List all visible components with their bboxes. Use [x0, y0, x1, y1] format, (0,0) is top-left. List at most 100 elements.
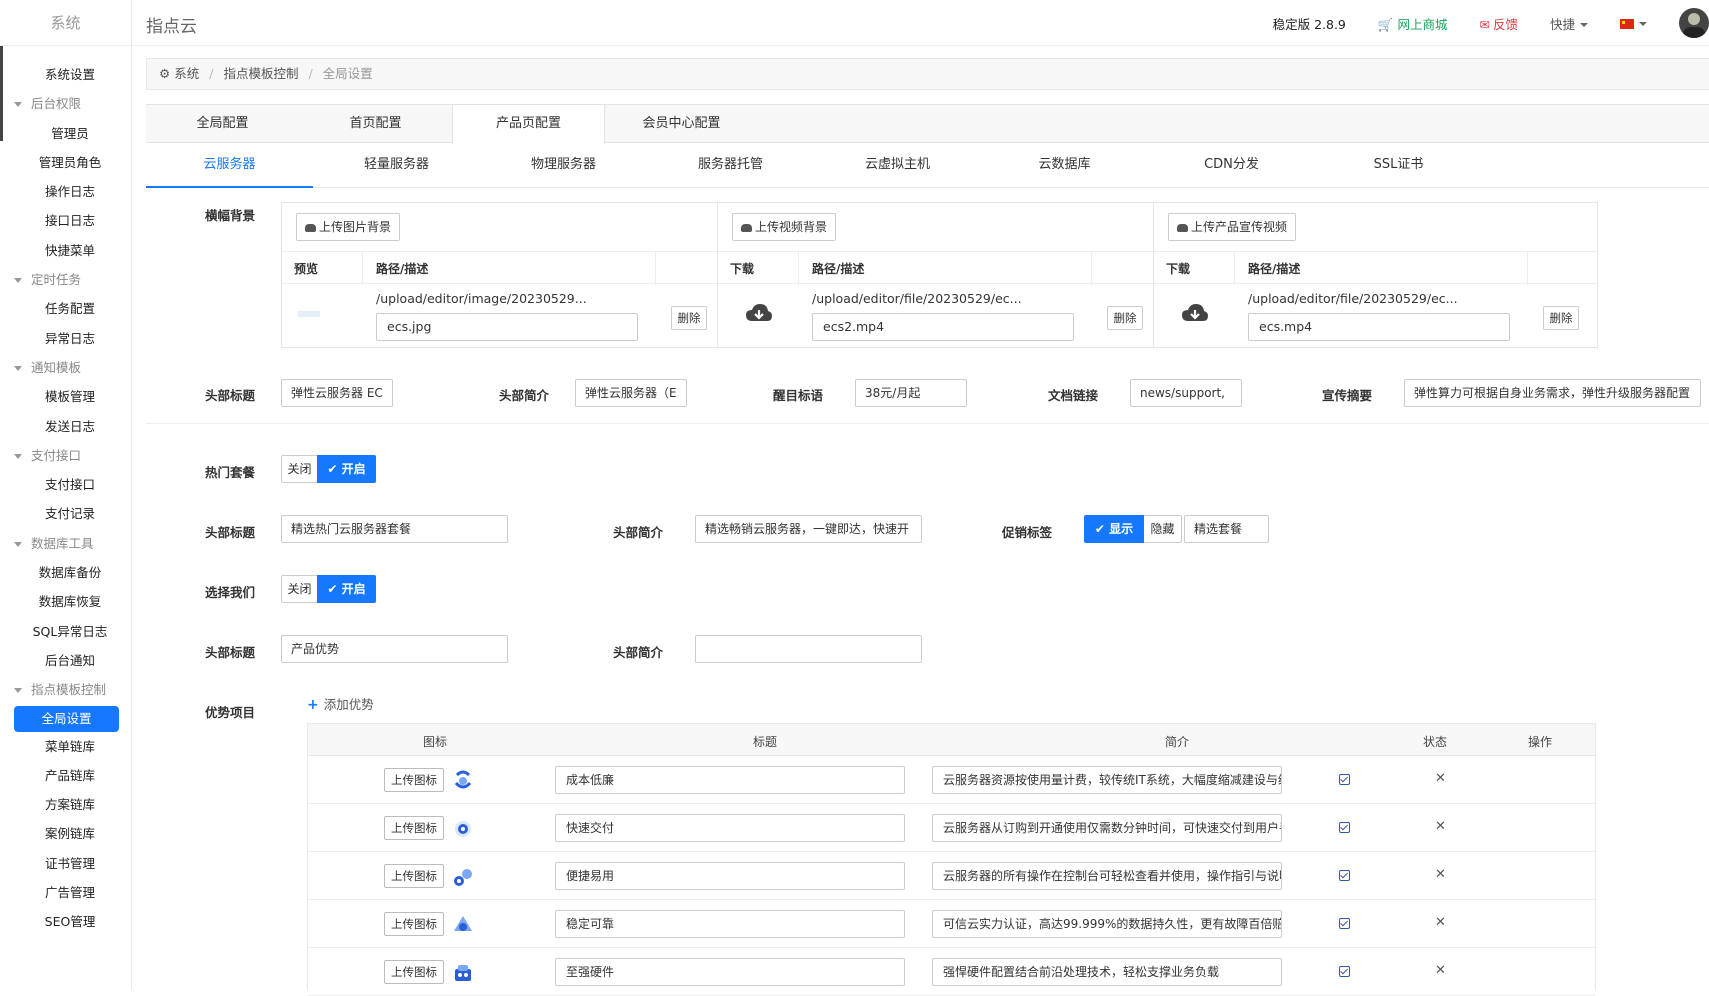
- upload-button[interactable]: 上传产品宣传视频: [1168, 213, 1297, 241]
- sidebar-group[interactable]: 后台权限: [0, 89, 132, 118]
- advantage-title-input[interactable]: 成本低廉: [555, 766, 905, 794]
- upload-button[interactable]: 上传图片背景: [296, 213, 401, 241]
- delete-icon[interactable]: ✕: [1435, 867, 1446, 882]
- tab-primary[interactable]: 产品页配置: [452, 105, 605, 144]
- sidebar-group[interactable]: 指点模板控制: [0, 675, 132, 704]
- sidebar-item[interactable]: 产品链库: [0, 761, 132, 790]
- sidebar-group[interactable]: 支付接口: [0, 441, 132, 470]
- cloud-download-icon[interactable]: [1181, 303, 1209, 325]
- toggle-hide[interactable]: 隐藏: [1144, 515, 1182, 543]
- file-name-input[interactable]: ecs.mp4: [1248, 313, 1510, 341]
- delete-button[interactable]: 删除: [1107, 306, 1143, 330]
- sidebar-item[interactable]: 模板管理: [0, 382, 132, 411]
- tab-secondary[interactable]: 云服务器: [146, 144, 313, 188]
- sidebar-item[interactable]: 数据库恢复: [0, 587, 132, 616]
- toggle-on[interactable]: ✔ 开启: [317, 575, 376, 603]
- sidebar-item[interactable]: 管理员角色: [0, 148, 132, 177]
- sidebar-item[interactable]: 全局设置: [14, 705, 119, 732]
- quick-menu[interactable]: 快捷: [1550, 14, 1588, 33]
- delete-icon[interactable]: ✕: [1435, 771, 1446, 786]
- add-advantage-button[interactable]: + 添加优势: [307, 694, 374, 713]
- tab-secondary[interactable]: 物理服务器: [480, 144, 647, 187]
- status-checkbox-icon[interactable]: [1339, 918, 1350, 929]
- sidebar-item[interactable]: SEO管理: [0, 907, 132, 936]
- promo-tag-input[interactable]: 精选套餐: [1184, 515, 1269, 543]
- cloud-download-icon[interactable]: [745, 303, 773, 325]
- sidebar-item[interactable]: 快捷菜单: [0, 236, 132, 265]
- sidebar-item[interactable]: 数据库备份: [0, 558, 132, 587]
- toggle-off[interactable]: 关闭: [281, 575, 317, 603]
- delete-icon[interactable]: ✕: [1435, 915, 1446, 930]
- feedback-link[interactable]: ✉ 反馈: [1479, 14, 1518, 33]
- tab-primary[interactable]: 会员中心配置: [605, 105, 758, 142]
- header-intro-input[interactable]: 弹性云服务器（E: [575, 379, 687, 407]
- sidebar-group[interactable]: 通知模板: [0, 353, 132, 382]
- sidebar-item[interactable]: 后台通知: [0, 646, 132, 675]
- advantage-desc-input[interactable]: 可信云实力认证，高达99.999%的数据持久性，更有故障百倍赔偿。: [932, 910, 1282, 938]
- sidebar-item[interactable]: 支付记录: [0, 499, 132, 528]
- sidebar-item[interactable]: SQL异常日志: [0, 617, 132, 646]
- sidebar-item[interactable]: 广告管理: [0, 878, 132, 907]
- delete-icon[interactable]: ✕: [1435, 963, 1446, 978]
- advantage-title-input[interactable]: 便捷易用: [555, 862, 905, 890]
- promo-tag-toggle[interactable]: ✔ 显示 隐藏: [1084, 515, 1182, 543]
- breadcrumb-root[interactable]: 系统: [174, 66, 199, 81]
- language-selector[interactable]: [1620, 16, 1647, 31]
- advantage-desc-input[interactable]: 云服务器的所有操作在控制台可轻松查看并使用，操作指引与说明简: [932, 862, 1282, 890]
- sidebar-item[interactable]: 接口日志: [0, 206, 132, 235]
- delete-button[interactable]: 删除: [671, 306, 707, 330]
- upload-icon-button[interactable]: 上传图标: [384, 816, 444, 840]
- hot-packages-toggle[interactable]: 关闭 ✔ 开启: [281, 455, 376, 483]
- choose-us-toggle[interactable]: 关闭 ✔ 开启: [281, 575, 376, 603]
- advantage-desc-input[interactable]: 云服务器从订购到开通使用仅需数分钟时间，可快速交付到用户手中: [932, 814, 1282, 842]
- tab-secondary[interactable]: SSL证书: [1315, 144, 1482, 187]
- sidebar-item[interactable]: 证书管理: [0, 849, 132, 878]
- tab-primary[interactable]: 首页配置: [299, 105, 452, 142]
- file-name-input[interactable]: ecs2.mp4: [812, 313, 1074, 341]
- status-checkbox-icon[interactable]: [1339, 774, 1350, 785]
- delete-icon[interactable]: ✕: [1435, 819, 1446, 834]
- doc-link-input[interactable]: news/support,: [1130, 379, 1242, 407]
- toggle-off[interactable]: 关闭: [281, 455, 317, 483]
- shop-link[interactable]: 🛒 网上商城: [1378, 14, 1448, 33]
- sidebar-item[interactable]: 支付接口: [0, 470, 132, 499]
- tab-primary[interactable]: 全局配置: [146, 105, 299, 142]
- promo-summary-input[interactable]: 弹性算力可根据自身业务需求，弹性升级服务器配置: [1404, 379, 1701, 407]
- sidebar-item[interactable]: 案例链库: [0, 819, 132, 848]
- tab-secondary[interactable]: 云数据库: [981, 144, 1148, 187]
- choose-intro-input[interactable]: [695, 635, 922, 663]
- upload-button[interactable]: 上传视频背景: [732, 213, 837, 241]
- sidebar-item[interactable]: 方案链库: [0, 790, 132, 819]
- tab-secondary[interactable]: 云虚拟主机: [814, 144, 981, 187]
- sidebar-item[interactable]: 菜单链库: [0, 732, 132, 761]
- avatar[interactable]: [1679, 8, 1709, 38]
- status-checkbox-icon[interactable]: [1339, 870, 1350, 881]
- choose-title-input[interactable]: 产品优势: [281, 635, 508, 663]
- breadcrumb-mid[interactable]: 指点模板控制: [223, 66, 298, 81]
- tab-secondary[interactable]: CDN分发: [1148, 144, 1315, 187]
- status-checkbox-icon[interactable]: [1339, 822, 1350, 833]
- toggle-on[interactable]: ✔ 开启: [317, 455, 376, 483]
- toggle-show[interactable]: ✔ 显示: [1084, 515, 1144, 543]
- hot-title-input[interactable]: 精选热门云服务器套餐: [281, 515, 508, 543]
- file-name-input[interactable]: ecs.jpg: [376, 313, 638, 341]
- upload-icon-button[interactable]: 上传图标: [384, 912, 444, 936]
- sidebar-group[interactable]: 数据库工具: [0, 529, 132, 558]
- delete-button[interactable]: 删除: [1543, 306, 1579, 330]
- tab-secondary[interactable]: 轻量服务器: [313, 144, 480, 187]
- image-preview[interactable]: [298, 311, 320, 317]
- advantage-desc-input[interactable]: 云服务器资源按使用量计费，较传统IT系统，大幅度缩减建设与维护: [932, 766, 1282, 794]
- advantage-title-input[interactable]: 快速交付: [555, 814, 905, 842]
- sidebar-group[interactable]: 定时任务: [0, 265, 132, 294]
- hot-intro-input[interactable]: 精选畅销云服务器，一键即达，快速开: [695, 515, 922, 543]
- sidebar-item[interactable]: 任务配置: [0, 294, 132, 323]
- tab-secondary[interactable]: 服务器托管: [647, 144, 814, 187]
- upload-icon-button[interactable]: 上传图标: [384, 864, 444, 888]
- advantage-desc-input[interactable]: 强悍硬件配置结合前沿处理技术，轻松支撑业务负载: [932, 958, 1282, 986]
- sidebar-item[interactable]: 发送日志: [0, 412, 132, 441]
- sidebar-item[interactable]: 操作日志: [0, 177, 132, 206]
- sidebar-item[interactable]: 管理员: [0, 119, 132, 148]
- upload-icon-button[interactable]: 上传图标: [384, 768, 444, 792]
- advantage-title-input[interactable]: 至强硬件: [555, 958, 905, 986]
- sidebar-item[interactable]: 系统设置: [0, 60, 132, 89]
